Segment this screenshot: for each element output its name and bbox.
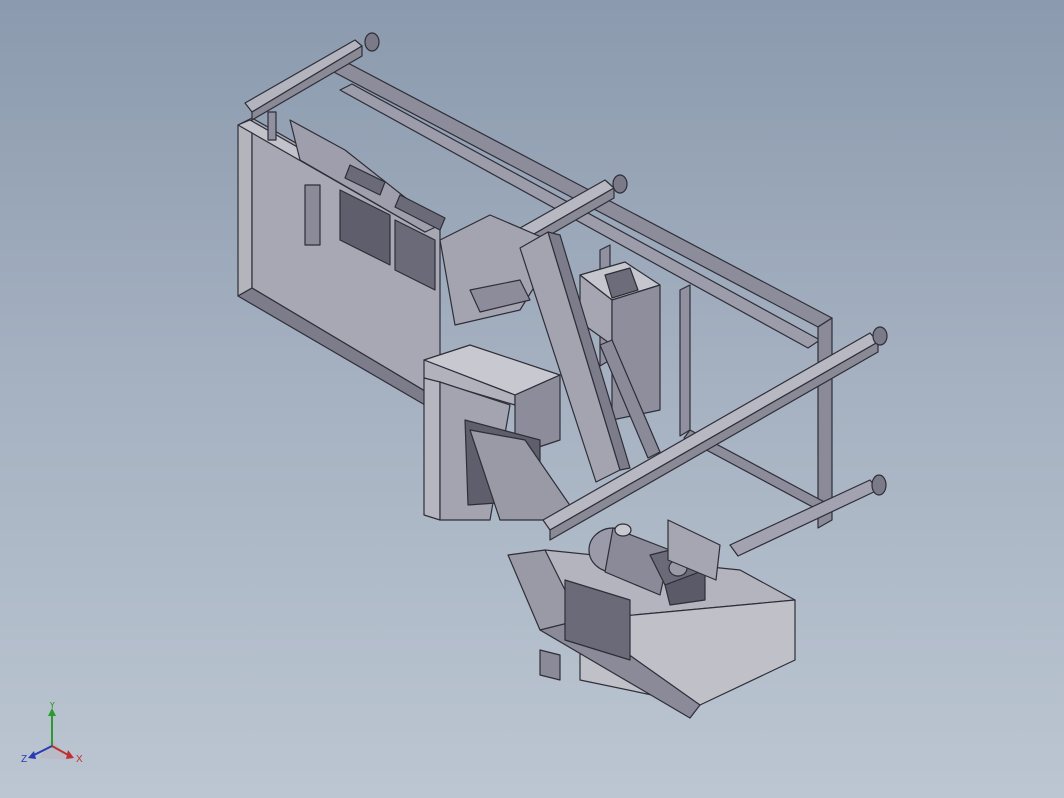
y-axis-label: Y bbox=[49, 702, 56, 711]
x-axis-arrowhead bbox=[66, 750, 74, 759]
z-axis-arrowhead bbox=[28, 751, 36, 759]
x-axis-label: X bbox=[76, 754, 83, 765]
hopper-box bbox=[237, 117, 446, 406]
graphics-viewport[interactable]: Y X Z bbox=[0, 0, 1064, 798]
cad-assembly-model[interactable] bbox=[0, 0, 1064, 798]
coordinate-triad: Y X Z bbox=[21, 702, 83, 765]
metal-detector-tunnel bbox=[423, 344, 581, 521]
z-axis-label: Z bbox=[21, 754, 27, 765]
top-crossbar-left bbox=[244, 32, 380, 141]
